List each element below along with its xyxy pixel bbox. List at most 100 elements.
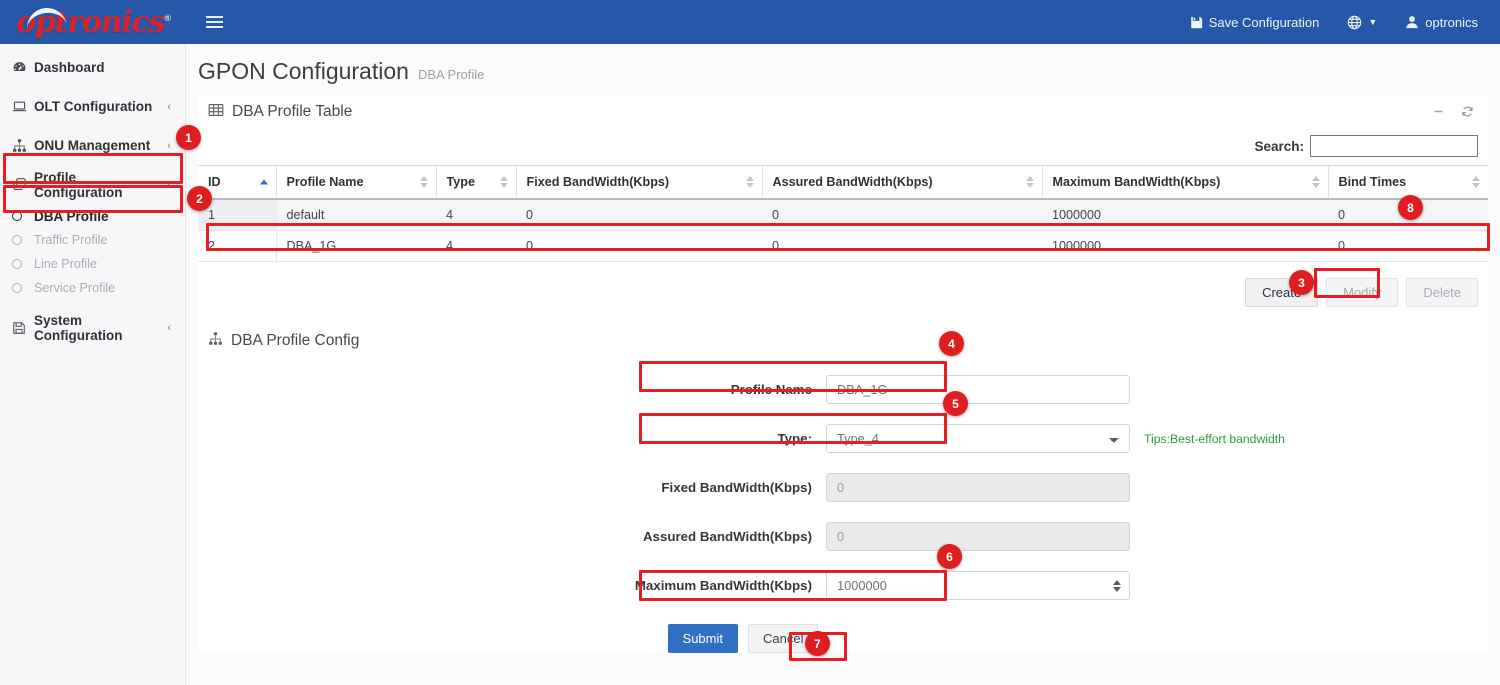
sidebar-item-label: ONU Management	[34, 138, 167, 153]
cell-id: 2	[198, 231, 276, 262]
type-select[interactable]: Type_4	[826, 424, 1130, 453]
cell-maximum-bandwidth: 1000000	[1042, 199, 1328, 231]
hamburger-icon[interactable]	[202, 12, 227, 32]
column-label: Bind Times	[1339, 175, 1407, 189]
navbar-right-group: Save Configuration ▼ optronics	[1176, 0, 1500, 44]
cell-bind-times: 0	[1328, 231, 1488, 262]
save-configuration-label: Save Configuration	[1209, 15, 1320, 30]
sidebar-item-line-profile[interactable]: Line Profile	[0, 252, 185, 276]
submit-button[interactable]: Submit	[668, 624, 738, 653]
sort-icon	[420, 176, 428, 188]
column-header-profile-name[interactable]: Profile Name	[276, 166, 436, 200]
chevron-left-icon: ‹	[167, 101, 171, 113]
sidebar-item-system-configuration[interactable]: System Configuration ‹	[0, 308, 185, 347]
form-row-fixed-bandwidth: Fixed BandWidth(Kbps)	[198, 473, 1488, 502]
brand-registered-mark: ®	[164, 13, 169, 23]
floppy-icon	[1190, 16, 1203, 29]
sort-icon	[500, 176, 508, 188]
fixed-bandwidth-label: Fixed BandWidth(Kbps)	[198, 480, 826, 495]
sidebar-item-label: OLT Configuration	[34, 99, 167, 114]
table-row[interactable]: 1 default 4 0 0 1000000 0	[198, 199, 1488, 231]
sort-icon	[1472, 176, 1480, 188]
column-header-fixed-bandwidth[interactable]: Fixed BandWidth(Kbps)	[516, 166, 762, 200]
chevron-left-icon: ‹	[167, 322, 171, 334]
main-content: ForoISP GPON Configuration DBA Profile D…	[186, 44, 1500, 685]
chevron-left-icon: ‹	[167, 179, 171, 191]
search-row: Search:	[198, 129, 1488, 165]
sidebar-subitem-label: Line Profile	[34, 257, 97, 271]
card-tools	[1432, 105, 1482, 120]
table-row[interactable]: 2 DBA_1G 4 0 0 1000000 0	[198, 231, 1488, 262]
annotation-badge-1: 1	[176, 125, 201, 150]
user-icon	[1405, 15, 1419, 29]
user-name: optronics	[1425, 15, 1478, 30]
circle-icon	[12, 235, 34, 245]
profile-name-input[interactable]	[826, 375, 1130, 404]
user-menu[interactable]: optronics	[1391, 0, 1500, 44]
brand-logo[interactable]: optronics®	[0, 0, 186, 44]
form-row-assured-bandwidth: Assured BandWidth(Kbps)	[198, 522, 1488, 551]
dba-profile-table: ID Profile Name Type Fixed BandWidth(Kbp…	[198, 165, 1488, 262]
type-label: Type:	[198, 431, 826, 446]
column-header-type[interactable]: Type	[436, 166, 516, 200]
card-title: DBA Profile Table	[208, 102, 352, 123]
dashboard-icon	[12, 60, 34, 75]
sitemap-icon	[208, 331, 223, 351]
language-selector[interactable]: ▼	[1333, 0, 1391, 44]
column-header-bind-times[interactable]: Bind Times	[1328, 166, 1488, 200]
cell-profile-name: default	[276, 199, 436, 231]
sort-ascending-icon	[260, 180, 268, 185]
breadcrumb: DBA Profile	[418, 67, 484, 82]
form-header: DBA Profile Config	[198, 323, 1488, 359]
table-header-row: ID Profile Name Type Fixed BandWidth(Kbp…	[198, 166, 1488, 200]
sidebar-subitem-label: DBA Profile	[34, 209, 109, 224]
column-label: Fixed BandWidth(Kbps)	[527, 175, 670, 189]
sidebar-item-dashboard[interactable]: Dashboard	[0, 48, 185, 87]
form-row-profile-name: Profile Name	[198, 375, 1488, 404]
cell-maximum-bandwidth: 1000000	[1042, 231, 1328, 262]
sidebar: Dashboard OLT Configuration ‹ ONU Manage…	[0, 44, 186, 685]
minus-icon[interactable]	[1432, 105, 1445, 120]
cell-type: 4	[436, 231, 516, 262]
sidebar-subitem-label: Service Profile	[34, 281, 115, 295]
form-row-maximum-bandwidth: Maximum BandWidth(Kbps)	[198, 571, 1488, 600]
sidebar-item-olt-configuration[interactable]: OLT Configuration ‹	[0, 87, 185, 126]
circle-icon	[12, 211, 34, 221]
sidebar-item-profile-configuration[interactable]: Profile Configuration ‹	[0, 165, 185, 204]
sidebar-item-dba-profile[interactable]: DBA Profile	[0, 204, 185, 228]
search-input[interactable]	[1310, 135, 1478, 157]
annotation-badge-8: 8	[1398, 195, 1423, 220]
card-title-label: DBA Profile Table	[232, 103, 352, 121]
modify-button[interactable]: Modify	[1326, 278, 1398, 307]
sort-icon	[1026, 176, 1034, 188]
annotation-badge-2: 2	[187, 186, 212, 211]
cell-type: 4	[436, 199, 516, 231]
cell-fixed-bandwidth: 0	[516, 199, 762, 231]
delete-button[interactable]: Delete	[1406, 278, 1478, 307]
floppy-icon	[12, 321, 34, 335]
assured-bandwidth-input	[826, 522, 1130, 551]
sort-icon	[1312, 176, 1320, 188]
column-header-maximum-bandwidth[interactable]: Maximum BandWidth(Kbps)	[1042, 166, 1328, 200]
annotation-badge-6: 6	[937, 544, 962, 569]
type-tip: Tips:Best-effort bandwidth	[1144, 432, 1285, 446]
sidebar-item-service-profile[interactable]: Service Profile	[0, 276, 185, 300]
sidebar-item-traffic-profile[interactable]: Traffic Profile	[0, 228, 185, 252]
annotation-badge-5: 5	[943, 391, 968, 416]
annotation-badge-3: 3	[1289, 270, 1314, 295]
sidebar-item-onu-management[interactable]: ONU Management ‹	[0, 126, 185, 165]
annotation-badge-4: 4	[939, 331, 964, 356]
profile-name-label: Profile Name	[198, 382, 826, 397]
column-label: Profile Name	[287, 175, 364, 189]
column-label: Assured BandWidth(Kbps)	[773, 175, 933, 189]
page-title: GPON Configuration	[198, 58, 409, 85]
column-header-assured-bandwidth[interactable]: Assured BandWidth(Kbps)	[762, 166, 1042, 200]
maximum-bandwidth-input[interactable]	[826, 571, 1130, 600]
column-label: ID	[208, 175, 221, 189]
save-configuration-button[interactable]: Save Configuration	[1176, 0, 1334, 44]
sidebar-subitem-label: Traffic Profile	[34, 233, 107, 247]
form-row-type: Type: Type_4 Tips:Best-effort bandwidth	[198, 424, 1488, 453]
chevron-left-icon: ‹	[167, 140, 171, 152]
refresh-icon[interactable]	[1461, 105, 1474, 120]
assured-bandwidth-label: Assured BandWidth(Kbps)	[198, 529, 826, 544]
